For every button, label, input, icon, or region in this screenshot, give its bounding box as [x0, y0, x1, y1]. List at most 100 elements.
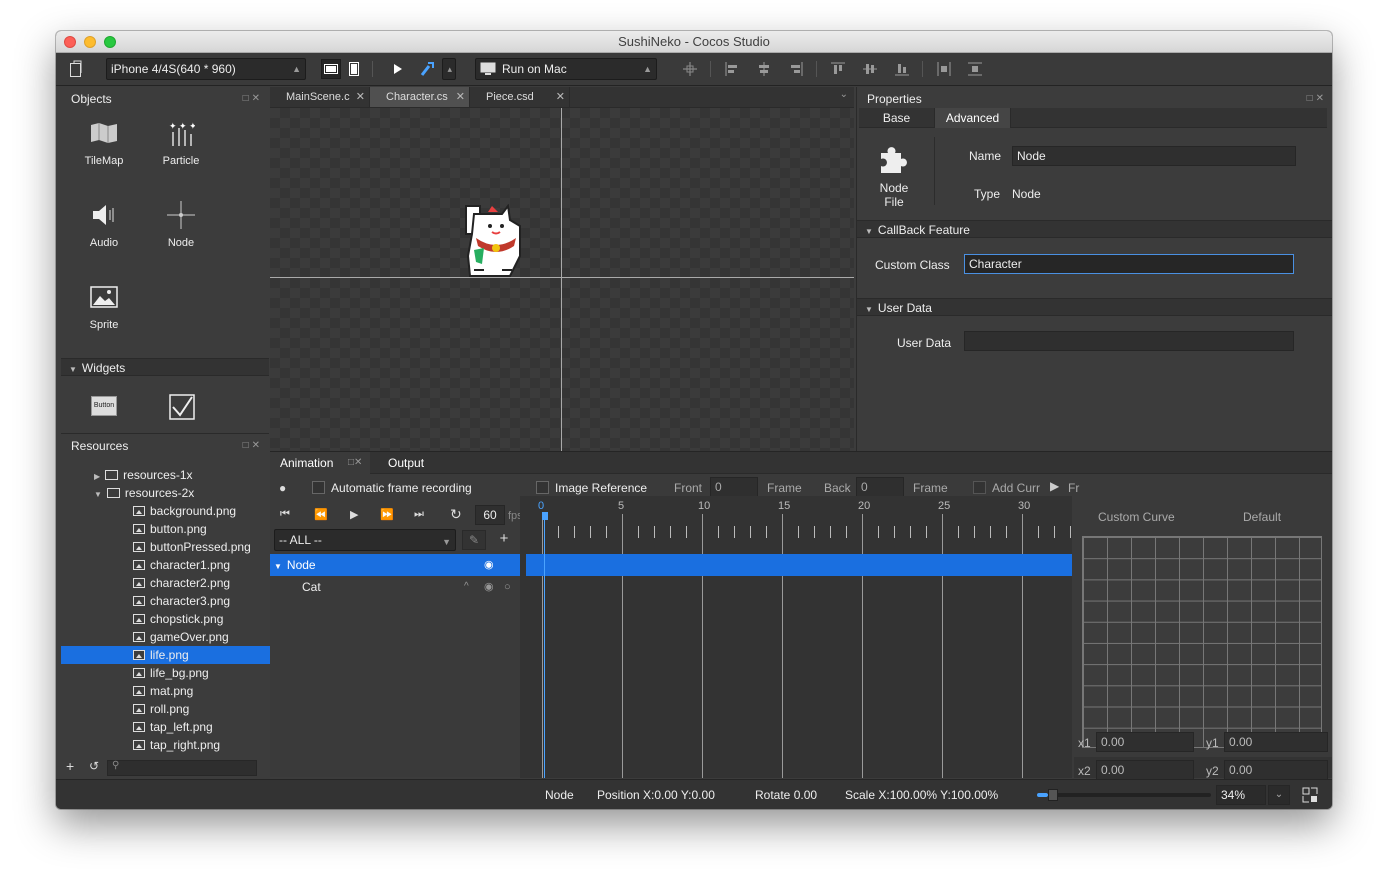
widgets-section-header[interactable]: ▼ Widgets — [61, 358, 269, 376]
distribute-horizontal-icon[interactable] — [936, 58, 952, 80]
close-icon[interactable]: ✕ — [556, 87, 565, 107]
tab-character[interactable]: Character.cs ✕ — [370, 87, 470, 107]
tab-output[interactable]: Output — [388, 452, 424, 474]
zoom-slider-knob[interactable] — [1048, 789, 1059, 801]
curve-preset-label[interactable]: Default — [1243, 510, 1281, 524]
track-row-cat[interactable]: Cat ^ ◉ ○ — [270, 576, 520, 598]
close-icon[interactable]: ✕ — [356, 87, 365, 107]
timeline[interactable]: 0 5 10 15 20 25 30 — [526, 496, 1072, 778]
custom-class-field[interactable]: Character — [964, 254, 1294, 274]
zoom-slider[interactable] — [1037, 789, 1211, 801]
name-field[interactable]: Node — [1012, 146, 1296, 166]
previous-frame-icon[interactable]: ⏪ — [314, 508, 328, 521]
play-icon[interactable] — [390, 58, 406, 80]
tab-animation[interactable]: Animation □✕ — [270, 452, 370, 474]
add-track-icon[interactable]: + — [492, 530, 516, 550]
y2-field[interactable]: 0.00 — [1224, 760, 1328, 780]
resource-file-row[interactable]: gameOver.png — [61, 628, 273, 646]
align-top-icon[interactable] — [830, 58, 846, 80]
portrait-orientation-button[interactable] — [346, 58, 362, 80]
first-frame-icon[interactable]: ⏮ — [280, 508, 290, 521]
tab-advanced[interactable]: Advanced — [935, 108, 1011, 128]
last-frame-icon[interactable]: ⏭ — [414, 508, 424, 521]
edit-pencil-icon[interactable]: ✎ — [462, 530, 486, 550]
panel-controls-icon[interactable]: □✕ — [348, 452, 362, 474]
visibility-eye-icon[interactable]: ◉ — [484, 554, 494, 576]
resource-file-row[interactable]: button.png — [61, 520, 273, 538]
object-audio[interactable]: Audio — [69, 193, 139, 249]
visibility-eye-icon[interactable]: ◉ — [484, 576, 494, 598]
panel-controls-icon[interactable]: □✕ — [1307, 89, 1327, 109]
loop-icon[interactable]: ↻ — [450, 506, 462, 523]
image-reference-checkbox[interactable]: Image Reference — [536, 481, 647, 495]
cat-sprite[interactable] — [452, 203, 524, 281]
resource-file-row[interactable]: character1.png — [61, 556, 273, 574]
resource-file-row[interactable]: life_bg.png — [61, 664, 273, 682]
panel-controls-icon[interactable]: □✕ — [243, 436, 263, 456]
object-tilemap[interactable]: TileMap — [69, 111, 139, 167]
play-animation-icon[interactable]: ▶ — [350, 508, 358, 521]
zoom-field[interactable]: 34% — [1216, 785, 1266, 805]
resource-file-row[interactable]: chopstick.png — [61, 610, 273, 628]
keyframe-circle-icon[interactable]: ○ — [504, 576, 511, 598]
run-target-select[interactable]: Run on Mac ▲ — [475, 58, 657, 80]
curve-grid[interactable] — [1082, 536, 1322, 748]
resource-file-row[interactable]: tap_left.png — [61, 718, 273, 736]
object-sprite[interactable]: Sprite — [69, 275, 139, 331]
panel-controls-icon[interactable]: □✕ — [243, 89, 263, 109]
resource-file-row[interactable]: buttonPressed.png — [61, 538, 273, 556]
move-tool-icon[interactable] — [682, 58, 698, 80]
close-window-button[interactable] — [64, 36, 76, 48]
add-icon[interactable]: + — [66, 758, 74, 774]
x1-field[interactable]: 0.00 — [1096, 732, 1194, 752]
x2-field[interactable]: 0.00 — [1096, 760, 1194, 780]
resource-file-row[interactable]: character2.png — [61, 574, 273, 592]
record-icon[interactable]: ● — [279, 481, 286, 495]
zoom-window-button[interactable] — [104, 36, 116, 48]
resource-file-row[interactable]: mat.png — [61, 682, 273, 700]
close-icon[interactable]: ✕ — [456, 87, 465, 107]
resource-file-row[interactable]: background.png — [61, 502, 273, 520]
align-bottom-icon[interactable] — [894, 58, 910, 80]
front-field[interactable]: 0 — [710, 477, 758, 497]
align-right-icon[interactable] — [788, 58, 804, 80]
folder-row[interactable]: ▶ resources-1x — [61, 466, 273, 484]
resource-search-input[interactable]: ⚲ — [107, 760, 257, 776]
user-data-section-header[interactable]: ▼ User Data — [857, 298, 1332, 316]
tab-base[interactable]: Base — [859, 108, 935, 128]
new-file-icon[interactable] — [68, 58, 84, 80]
tab-overflow-chevron-icon[interactable]: ⌄ — [840, 89, 848, 100]
distribute-vertical-icon[interactable] — [967, 58, 983, 80]
tab-piece[interactable]: Piece.csd ✕ — [470, 87, 570, 107]
refresh-icon[interactable]: ↺ — [89, 759, 99, 773]
resource-file-row[interactable]: life.png — [61, 646, 273, 664]
zoom-dropdown-chevron-icon[interactable]: ⌄ — [1268, 785, 1290, 805]
callback-section-header[interactable]: ▼ CallBack Feature — [857, 220, 1332, 238]
add-curve-checkbox[interactable]: Add Curr — [973, 481, 1040, 495]
resource-file-row[interactable]: character3.png — [61, 592, 273, 610]
button-widget[interactable]: Button — [91, 396, 117, 416]
scene-canvas[interactable] — [270, 108, 854, 451]
lock-caret-icon[interactable]: ^ — [464, 576, 469, 598]
user-data-field[interactable] — [964, 331, 1294, 351]
resource-file-row[interactable]: roll.png — [61, 700, 273, 718]
minimize-window-button[interactable] — [84, 36, 96, 48]
tab-mainscene[interactable]: MainScene.c ✕ — [270, 87, 370, 107]
fit-screen-icon[interactable] — [1302, 787, 1318, 806]
fps-field[interactable]: 60 — [475, 505, 505, 525]
back-field[interactable]: 0 — [856, 477, 904, 497]
folder-row[interactable]: ▼ resources-2x — [61, 484, 273, 502]
landscape-orientation-button[interactable] — [321, 59, 341, 79]
playhead-handle[interactable] — [542, 512, 548, 520]
object-node[interactable]: Node — [146, 193, 216, 249]
checkbox-widget-icon[interactable] — [169, 394, 195, 423]
y1-field[interactable]: 0.00 — [1224, 732, 1328, 752]
publish-icon[interactable] — [418, 58, 436, 80]
play-marker-icon[interactable]: ▶ — [1050, 479, 1059, 493]
align-center-icon[interactable] — [756, 58, 772, 80]
align-left-icon[interactable] — [724, 58, 740, 80]
object-particle[interactable]: ✦ ✦ ✦ Particle — [146, 111, 216, 167]
device-select[interactable]: iPhone 4/4S(640 * 960) ▲ — [106, 58, 306, 80]
auto-record-checkbox[interactable]: Automatic frame recording — [312, 481, 472, 495]
publish-options-select[interactable]: ▴ — [442, 58, 456, 80]
